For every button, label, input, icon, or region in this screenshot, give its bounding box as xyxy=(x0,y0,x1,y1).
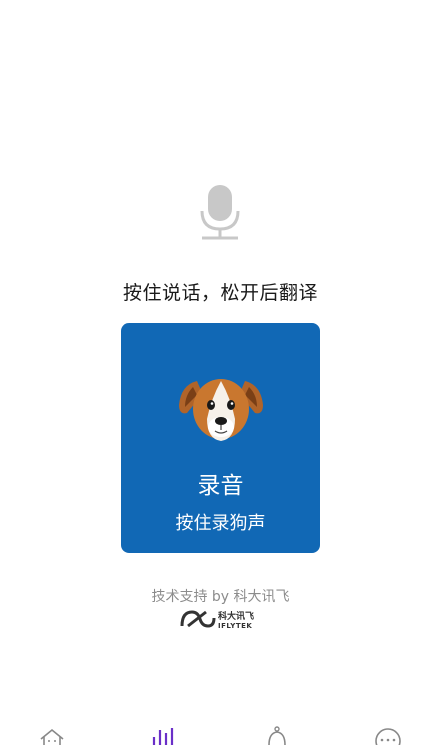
svg-text:科大讯飞: 科大讯飞 xyxy=(218,610,254,622)
sound-wave-icon[interactable] xyxy=(149,725,179,745)
home-icon[interactable] xyxy=(37,725,67,745)
bottom-tab-bar xyxy=(0,725,441,745)
record-button[interactable]: 录音 按住录狗声 xyxy=(121,323,320,553)
tech-support-text: 技术支持 by 科大讯飞 xyxy=(151,589,290,605)
instruction-text: 按住说话，松开后翻译 xyxy=(122,282,318,304)
record-title: 录音 xyxy=(197,473,244,499)
iflytek-logo: 科大讯飞 IFLYTEK xyxy=(180,610,254,630)
more-icon[interactable] xyxy=(373,725,403,745)
bell-icon[interactable] xyxy=(262,725,292,745)
microphone-icon xyxy=(200,185,240,240)
record-subtitle: 按住录狗声 xyxy=(175,513,266,534)
dog-face-icon xyxy=(179,379,263,441)
translator-screen: 按住说话，松开后翻译 录音 按住录狗声 技术支持 by 科大讯飞 科大讯飞 IF… xyxy=(0,0,441,745)
svg-text:IFLYTEK: IFLYTEK xyxy=(218,622,252,630)
